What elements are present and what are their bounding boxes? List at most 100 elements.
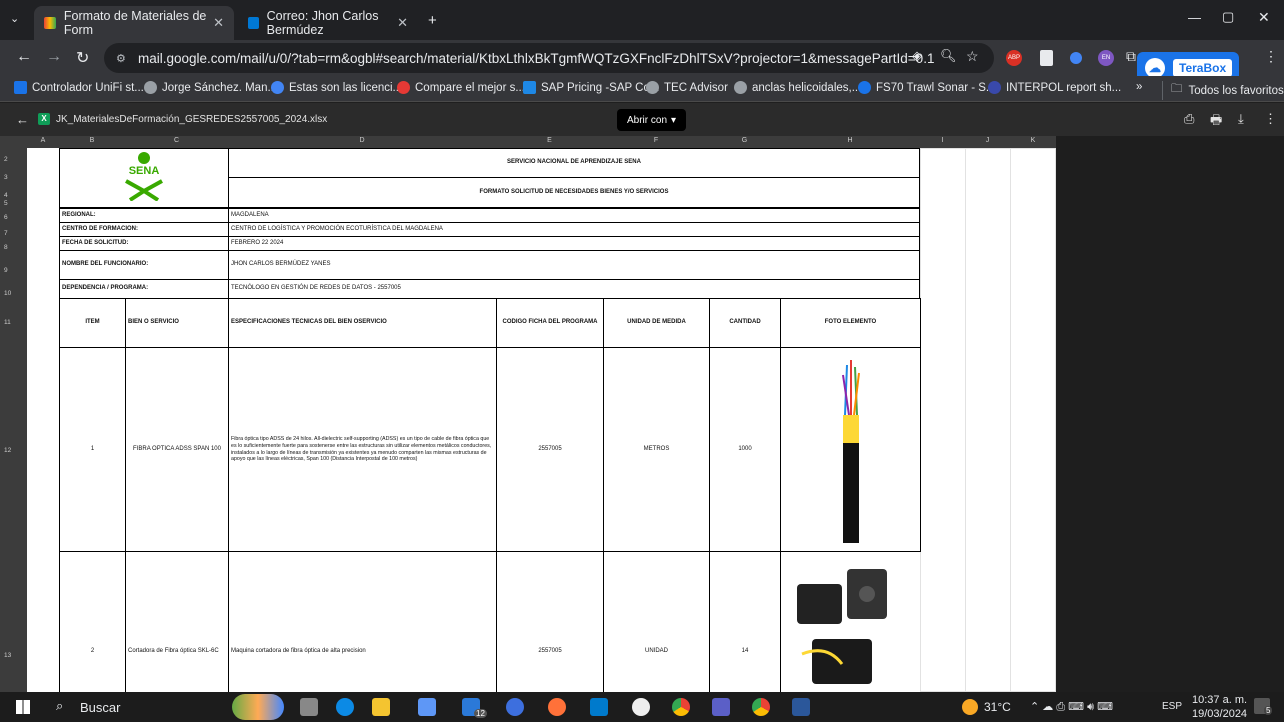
store-icon[interactable]	[418, 698, 436, 716]
explorer-icon[interactable]	[372, 698, 390, 716]
item-code: 2557005	[496, 347, 604, 552]
more-bookmarks-button[interactable]: »	[1136, 81, 1142, 93]
bookmark-item[interactable]: anclas helicoidales,...	[734, 81, 861, 94]
tab-formato[interactable]: Formato de Materiales de Form ✕	[34, 6, 234, 40]
info-value: TECNÓLOGO EN GESTIÓN DE REDES DE DATOS -…	[228, 279, 920, 299]
col-h: H	[847, 137, 853, 144]
doc-title: SERVICIO NACIONAL DE APRENDIZAJE SENA	[228, 148, 920, 178]
frog-widget-icon[interactable]	[232, 694, 284, 720]
edge-icon[interactable]	[336, 698, 354, 716]
file-name: JK_MaterialesDeFormación_GESREDES2557005…	[56, 114, 328, 125]
all-bookmarks-button[interactable]: 🗀 Todos los favoritos	[1162, 81, 1284, 100]
column-headers: A B C D E F G H I J K	[0, 136, 1056, 148]
info-value: CENTRO DE LOGÍSTICA Y PROMOCIÓN ECOTURÍS…	[228, 222, 920, 237]
windows-taskbar: ⌕ Buscar 12 31°C ⌃ ☁ ⎙ ⌨ 🔊︎ ⌨ ESP 10:37 …	[0, 692, 1284, 722]
new-tab-icon[interactable]: +	[428, 12, 437, 29]
close-icon[interactable]: ✕	[213, 15, 224, 31]
fiber-cable-image	[841, 359, 860, 543]
window-close-icon[interactable]: ✕	[1258, 9, 1270, 26]
download-icon[interactable]: ⤓	[1238, 111, 1244, 127]
logo-text: SENA	[128, 164, 160, 177]
address-bar[interactable]: ⚙ mail.google.com/mail/u/0/?tab=rm&ogbl#…	[104, 43, 994, 73]
site-info-icon[interactable]: ⚙	[116, 52, 126, 65]
teams-icon[interactable]	[712, 698, 730, 716]
extension-shield-icon[interactable]	[1070, 52, 1082, 64]
tab-label: Correo: Jhon Carlos Bermúdez	[266, 9, 379, 37]
table-header: ITEM	[59, 298, 126, 348]
chrome-icon[interactable]	[672, 698, 690, 716]
bookmark-label: Jorge Sánchez. Man...	[162, 81, 278, 94]
logo-figure-icon	[125, 178, 163, 202]
bookmark-item[interactable]: Estas son las licenci...	[271, 81, 402, 94]
row-num: 4	[4, 192, 8, 199]
menu-icon[interactable]: ⋮	[1264, 48, 1278, 65]
spreadsheet-preview[interactable]: A B C D E F G H I J K 2 3 4 5 6 7 8 9 10…	[0, 136, 1056, 692]
bookmark-item[interactable]: Jorge Sánchez. Man...	[144, 81, 277, 94]
adblock-icon[interactable]: ABP	[1006, 50, 1022, 66]
info-label: NOMBRE DEL FUNCIONARIO:	[59, 250, 229, 280]
firefox-icon[interactable]	[548, 698, 566, 716]
print-icon[interactable]: 🖶︎	[1210, 111, 1222, 133]
taskbar-search[interactable]: Buscar	[80, 700, 120, 715]
col-f: F	[653, 137, 659, 144]
install-icon[interactable]: ◈	[912, 48, 922, 64]
outlook-icon	[248, 17, 259, 29]
tab-search-icon[interactable]: ⌄	[10, 12, 19, 25]
more-icon[interactable]: ⋮	[1264, 111, 1277, 127]
chrome-icon[interactable]	[752, 698, 770, 716]
item-unit: UNIDAD	[603, 551, 710, 692]
word-icon[interactable]	[792, 698, 810, 716]
weather-icon[interactable]	[962, 699, 978, 715]
gmail-background-panel	[1056, 136, 1284, 692]
system-tray-icons[interactable]: ⌃ ☁ ⎙ ⌨ 🔊︎ ⌨	[1030, 700, 1113, 714]
table-header: UNIDAD DE MEDIDA	[603, 298, 710, 348]
task-view-icon[interactable]	[300, 698, 318, 716]
info-value: MAGDALENA	[228, 208, 920, 223]
app-circle-icon[interactable]	[506, 698, 524, 716]
clock-date[interactable]: 19/03/2024	[1192, 708, 1247, 720]
globe-icon	[646, 81, 659, 94]
maximize-icon[interactable]: ▢	[1222, 9, 1234, 25]
windows-start-icon[interactable]	[16, 700, 30, 714]
open-with-button[interactable]: Abrir con ▾	[617, 109, 687, 131]
bookmark-item[interactable]: FS70 Trawl Sonar - S...	[858, 81, 996, 94]
col-i: I	[941, 137, 944, 144]
bookmark-item[interactable]: Controlador UniFi st...	[14, 81, 144, 94]
soccer-icon[interactable]	[632, 698, 650, 716]
bookmark-item[interactable]: Compare el mejor s...	[397, 81, 525, 94]
tab-correo[interactable]: Correo: Jhon Carlos Bermúdez ✕	[238, 6, 418, 40]
item-photo	[780, 551, 921, 692]
language[interactable]: ESP	[1162, 701, 1182, 712]
doc-subtitle: FORMATO SOLICITUD DE NECESIDADES BIENES …	[228, 177, 920, 208]
notification-count: 5	[1264, 706, 1273, 715]
zoom-icon[interactable]: 🔍︎	[940, 48, 957, 64]
globe-icon	[144, 81, 157, 94]
logo-dot	[138, 151, 150, 164]
reload-icon[interactable]: ↻	[76, 48, 89, 68]
translate-icon[interactable]: EN	[1098, 50, 1114, 66]
clock-time[interactable]: 10:37 a. m.	[1192, 694, 1247, 706]
minimize-icon[interactable]: —	[1188, 10, 1201, 25]
bookmark-label: Compare el mejor s...	[415, 81, 525, 94]
bookmark-item[interactable]: INTERPOL report sh...	[988, 81, 1121, 94]
extension-doc-icon[interactable]	[1040, 50, 1053, 66]
bookmark-label: Controlador UniFi st...	[32, 81, 144, 94]
extensions-icon[interactable]: ⧉	[1126, 48, 1136, 65]
vscode-icon[interactable]	[590, 698, 608, 716]
back-icon[interactable]: ←	[16, 48, 32, 66]
back-icon[interactable]: ←	[16, 112, 29, 127]
forward-icon[interactable]: →	[46, 48, 62, 66]
close-icon[interactable]: ✕	[397, 15, 408, 31]
bookmark-item[interactable]: TEC Advisor	[646, 81, 728, 94]
bookmarks-bar: Controlador UniFi st... Jorge Sánchez. M…	[0, 76, 1284, 102]
row-num: 6	[4, 214, 8, 221]
info-label: REGIONAL:	[59, 208, 229, 223]
row-num: 11	[4, 319, 11, 326]
search-icon: ⌕	[56, 698, 64, 713]
open-with-label: Abrir con	[627, 114, 668, 126]
attachment-viewer-bar: ← X JK_MaterialesDeFormación_GESREDES255…	[0, 103, 1284, 136]
col-k: K	[1030, 137, 1036, 144]
bookmark-star-icon[interactable]: ☆	[966, 48, 979, 65]
add-to-drive-icon[interactable]: ⎙	[1184, 111, 1194, 127]
bookmark-item[interactable]: SAP Pricing -SAP Co...	[523, 81, 659, 94]
